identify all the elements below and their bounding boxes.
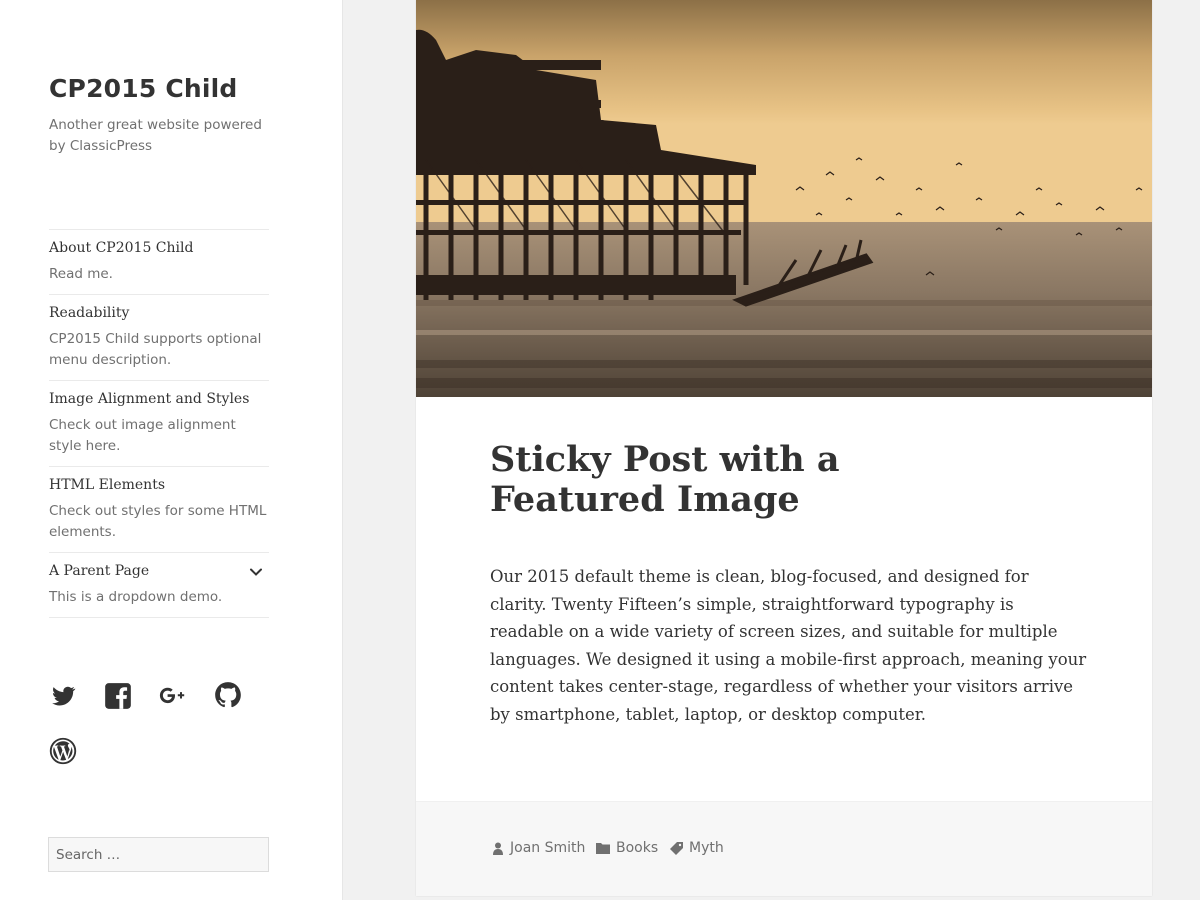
menu-item-description: This is a dropdown demo.: [49, 589, 223, 605]
tag-meta: Myth: [670, 840, 724, 856]
author-link[interactable]: Joan Smith: [510, 840, 585, 856]
menu-item-description: CP2015 Child supports optional menu desc…: [49, 331, 262, 368]
chevron-down-icon[interactable]: [249, 565, 263, 579]
main-menu: About CP2015 Child Read me. Readability …: [49, 229, 269, 618]
menu-item-description: Check out styles for some HTML elements.: [49, 503, 267, 540]
menu-item-title[interactable]: A Parent Page: [49, 562, 269, 580]
twitter-icon[interactable]: [49, 682, 77, 710]
search-input[interactable]: [48, 837, 269, 872]
menu-item-html-elements[interactable]: HTML Elements Check out styles for some …: [49, 467, 269, 553]
category-meta: Books: [596, 840, 658, 856]
menu-item-image-alignment[interactable]: Image Alignment and Styles Check out ima…: [49, 381, 269, 467]
post-title[interactable]: Sticky Post with a Featured Image: [490, 440, 990, 520]
folder-icon: [596, 843, 610, 854]
post-content: Our 2015 default theme is clean, blog-fo…: [490, 567, 1087, 724]
menu-item-title[interactable]: Image Alignment and Styles: [49, 390, 269, 408]
menu-item-description: Read me.: [49, 266, 113, 282]
menu-item-title[interactable]: About CP2015 Child: [49, 239, 269, 257]
site-description: Another great website powered by Classic…: [49, 117, 262, 154]
facebook-icon[interactable]: [104, 682, 132, 710]
site-title[interactable]: CP2015 Child: [49, 74, 238, 103]
user-icon: [493, 842, 503, 855]
post-footer: Joan Smith Books Myth: [416, 801, 1152, 896]
menu-item-parent-page[interactable]: A Parent Page This is a dropdown demo.: [49, 553, 269, 618]
pier-sunset-image: [416, 0, 1152, 397]
tag-icon: [670, 841, 683, 855]
menu-item-title[interactable]: HTML Elements: [49, 476, 269, 494]
menu-item-about[interactable]: About CP2015 Child Read me.: [49, 230, 269, 295]
category-link[interactable]: Books: [616, 840, 658, 856]
google-plus-icon[interactable]: [159, 682, 187, 710]
menu-item-description: Check out image alignment style here.: [49, 417, 236, 454]
sidebar: CP2015 Child Another great website power…: [0, 0, 343, 900]
menu-item-title[interactable]: Readability: [49, 304, 269, 322]
featured-image[interactable]: [416, 0, 1152, 397]
sticky-post: Sticky Post with a Featured Image Our 20…: [416, 0, 1152, 896]
author-meta: Joan Smith: [492, 840, 585, 856]
menu-item-readability[interactable]: Readability CP2015 Child supports option…: [49, 295, 269, 381]
wordpress-icon[interactable]: [49, 737, 77, 765]
github-icon[interactable]: [214, 681, 242, 709]
tag-link[interactable]: Myth: [689, 840, 724, 856]
